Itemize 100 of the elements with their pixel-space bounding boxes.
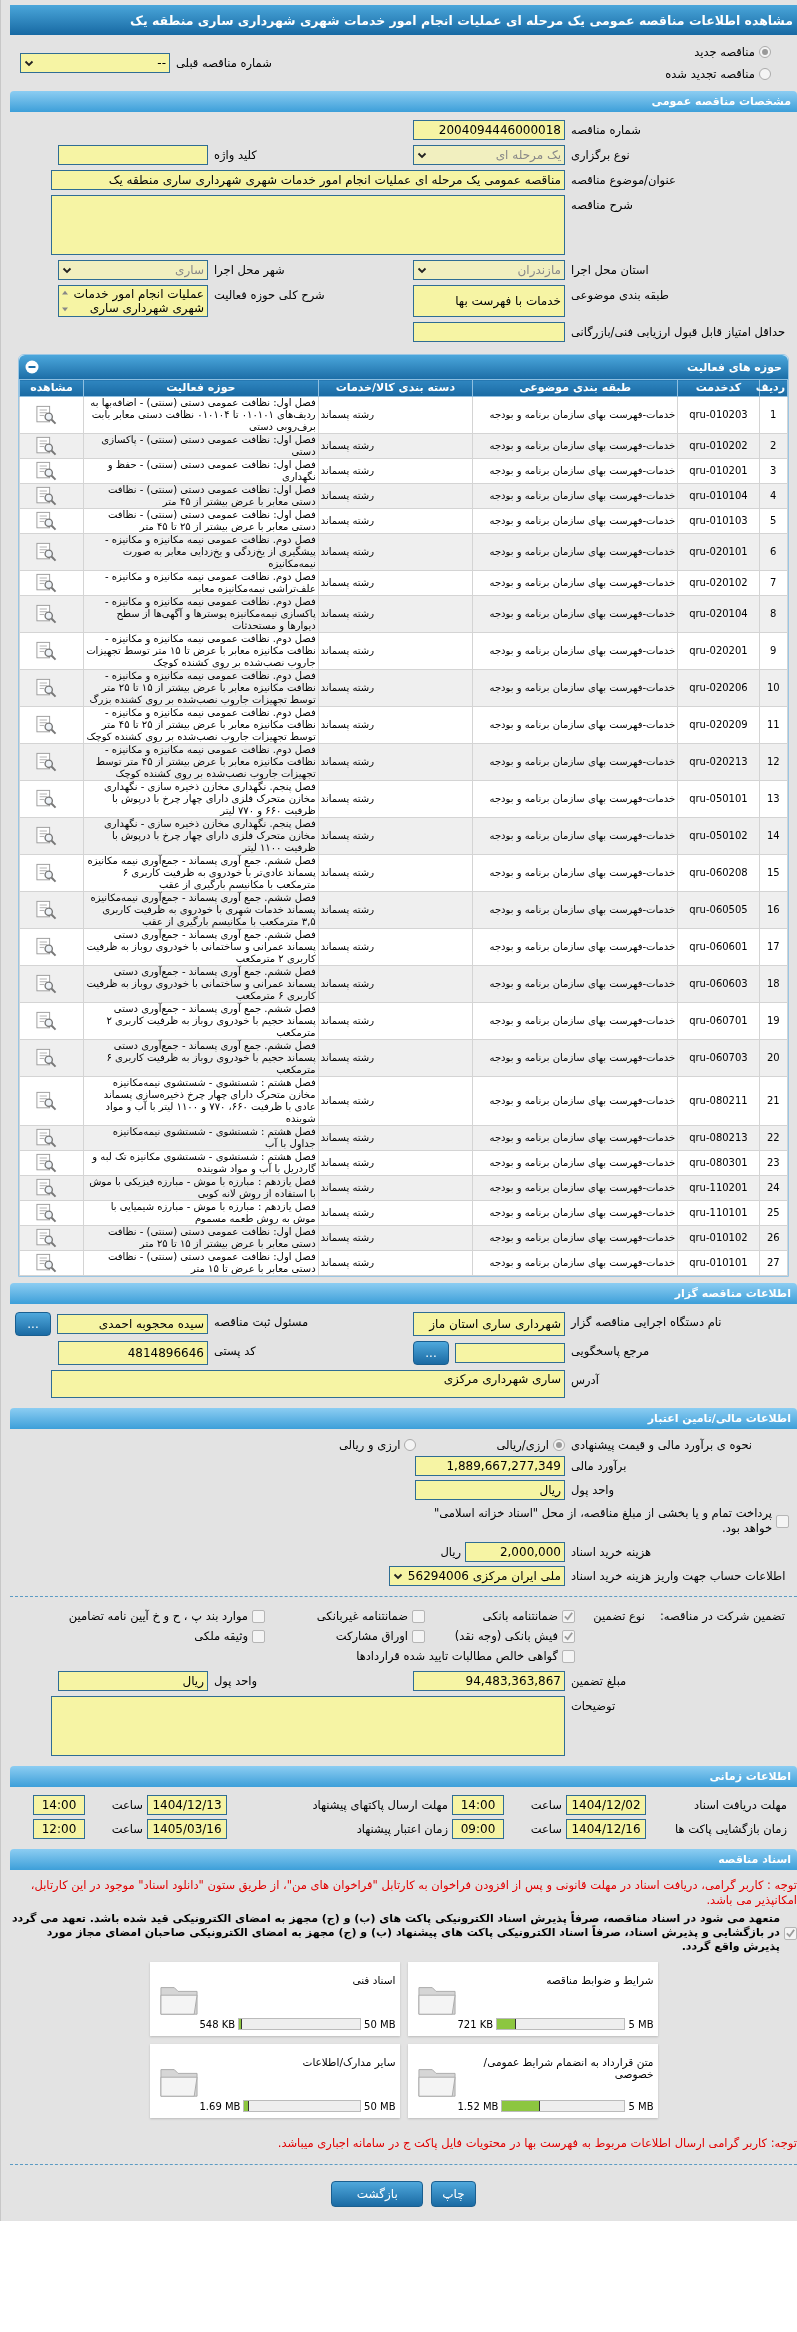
checkbox[interactable] [562, 1629, 575, 1643]
table-cell: خدمات-فهرست بهای سازمان برنامه و بودجه [472, 743, 678, 781]
text-area[interactable] [51, 195, 565, 255]
radio-button[interactable] [759, 46, 771, 58]
radio-button[interactable] [404, 1438, 417, 1451]
document-search-icon[interactable] [34, 542, 58, 562]
field-label: شهر محل اجرا [213, 262, 286, 279]
checkbox[interactable] [562, 1649, 575, 1663]
document-search-icon[interactable] [34, 863, 58, 883]
date-field[interactable]: 1405/03/16 [147, 1819, 227, 1839]
radio-button[interactable] [553, 1438, 565, 1451]
text-field[interactable] [413, 322, 565, 342]
date-field[interactable]: 1404/12/02 [566, 1795, 646, 1815]
document-search-icon[interactable] [34, 1153, 58, 1173]
document-search-icon[interactable] [34, 1203, 58, 1223]
lookup-button[interactable]: ... [15, 1312, 51, 1336]
field-label: حداقل امتیاز قابل قبول ارزیابی فنی/بازرگانی [570, 324, 787, 341]
checkbox[interactable] [412, 1609, 425, 1623]
table-cell: فصل اول: نظافت عمومی دستی (سنتی) - نظافت دستی معابر با عرض تا ۱۵ متر [83, 1250, 319, 1276]
document-search-icon[interactable] [34, 405, 58, 425]
lookup-button[interactable]: ... [413, 1341, 449, 1365]
action-button[interactable]: بازگشت [331, 2181, 424, 2207]
list-field[interactable]: عملیات انجام امور خدمات شهری شهرداری ساری [58, 285, 208, 317]
document-search-icon[interactable] [34, 604, 58, 624]
text-field[interactable]: 2,000,000 [465, 1542, 565, 1562]
table-cell: qru-020101 [677, 533, 760, 571]
checkbox[interactable] [252, 1609, 265, 1623]
table-cell: خدمات-فهرست بهای سازمان برنامه و بودجه [472, 433, 678, 459]
action-button[interactable]: چاپ [431, 2181, 476, 2207]
document-search-icon[interactable] [34, 752, 58, 772]
panel-title: حوزه های فعالیت [687, 360, 782, 374]
document-search-icon[interactable] [34, 1091, 58, 1111]
text-field[interactable]: سیده محجوبه احمدی [57, 1314, 208, 1334]
document-search-icon[interactable] [34, 486, 58, 506]
table-cell: 7 [759, 570, 788, 596]
field-label: واحد پول [213, 1673, 259, 1690]
text-field[interactable]: 2004094446000018 [413, 120, 565, 140]
text-field[interactable]: ریال [58, 1671, 208, 1691]
time-field[interactable]: 12:00 [33, 1819, 85, 1839]
checkbox[interactable] [562, 1609, 575, 1623]
checkbox[interactable] [776, 1514, 789, 1528]
text-field[interactable]: شهرداری ساری استان ماز [413, 1312, 565, 1336]
text-field[interactable] [58, 145, 208, 165]
table-cell: 19 [759, 1002, 788, 1040]
text-field[interactable]: 1,889,667,277,349 [415, 1456, 565, 1476]
radio-button[interactable] [759, 68, 771, 80]
table-cell: qru-080213 [677, 1125, 760, 1151]
chevron-down-icon [24, 58, 34, 68]
table-cell: qru-010203 [677, 396, 760, 434]
text-field[interactable]: مناقصه عمومی یک مرحله ای عملیات انجام امور خدمات شهری شهرداری ساری منطقه یک [51, 170, 565, 190]
document-search-icon[interactable] [34, 789, 58, 809]
checkbox[interactable] [412, 1629, 425, 1643]
text-area[interactable]: ساری شهرداری مرکزی [51, 1370, 565, 1398]
unit-label: ریال [440, 1545, 461, 1559]
collapse-icon[interactable] [25, 360, 39, 374]
table-cell: رشته پسماند [318, 1225, 473, 1251]
column-header: مشاهده [19, 379, 84, 397]
time-field[interactable]: 14:00 [452, 1795, 504, 1815]
document-search-icon[interactable] [34, 826, 58, 846]
text-field[interactable] [455, 1343, 565, 1363]
text-field[interactable]: ریال [415, 1480, 565, 1500]
document-search-icon[interactable] [34, 1011, 58, 1031]
checkbox[interactable] [252, 1629, 265, 1643]
document-search-icon[interactable] [34, 1253, 58, 1273]
select-field[interactable]: -- [20, 53, 170, 73]
table-cell: خدمات-فهرست بهای سازمان برنامه و بودجه [472, 595, 678, 633]
document-search-icon[interactable] [34, 461, 58, 481]
text-area[interactable] [51, 1696, 565, 1756]
document-search-icon[interactable] [34, 900, 58, 920]
document-search-icon[interactable] [34, 573, 58, 593]
table-cell: qru-020213 [677, 743, 760, 781]
document-search-icon[interactable] [34, 1128, 58, 1148]
field-label: مبلغ تضمین [570, 1673, 628, 1690]
table-cell: خدمات-فهرست بهای سازمان برنامه و بودجه [472, 1150, 678, 1176]
document-search-icon[interactable] [34, 937, 58, 957]
document-search-icon[interactable] [34, 974, 58, 994]
document-search-icon[interactable] [34, 1048, 58, 1068]
text-field[interactable]: 94,483,363,867 [413, 1671, 565, 1691]
date-field[interactable]: 1404/12/16 [566, 1819, 646, 1839]
table-cell: خدمات-فهرست بهای سازمان برنامه و بودجه [472, 1125, 678, 1151]
document-search-icon[interactable] [34, 1178, 58, 1198]
file-size: 721 KB [457, 2018, 494, 2030]
date-field[interactable]: 1404/12/13 [147, 1795, 227, 1815]
time-field[interactable]: 09:00 [452, 1819, 504, 1839]
select-field[interactable]: ملی ایران مرکزی 56294006 [389, 1566, 565, 1586]
document-search-icon[interactable] [34, 1228, 58, 1248]
document-search-icon[interactable] [34, 511, 58, 531]
column-header: طبقه بندی موضوعی [472, 379, 678, 397]
text-field[interactable]: 4814896646 [58, 1341, 208, 1365]
checkbox-label: ضمانتنامه بانکی [482, 1609, 558, 1623]
document-search-icon[interactable] [34, 641, 58, 661]
document-search-icon[interactable] [34, 436, 58, 456]
time-field[interactable]: 14:00 [33, 1795, 85, 1815]
checkbox-label: ضمانتنامه غیربانکی [316, 1609, 408, 1623]
table-cell: qru-020209 [677, 706, 760, 744]
field-label: واحد پول [570, 1482, 616, 1499]
document-search-icon[interactable] [34, 678, 58, 698]
document-search-icon[interactable] [34, 715, 58, 735]
checkbox[interactable] [784, 1926, 797, 1940]
text-field[interactable]: خدمات با فهرست بها [413, 285, 565, 317]
